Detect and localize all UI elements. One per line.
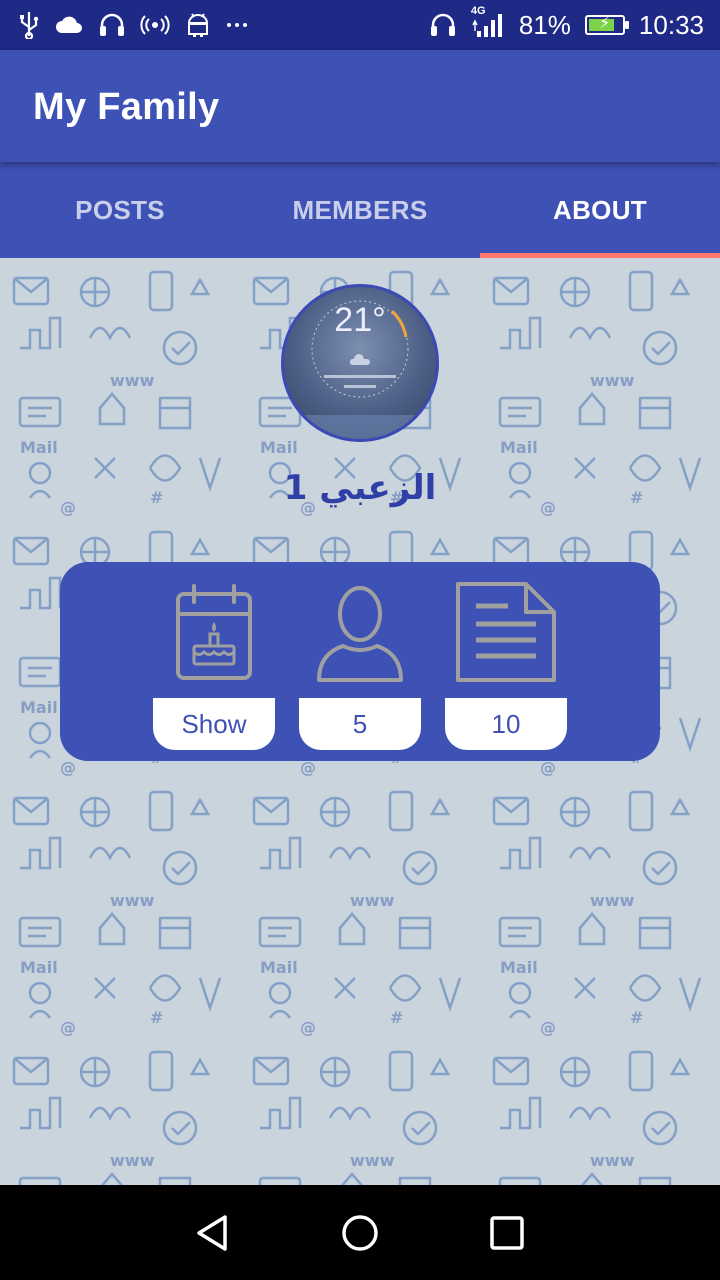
members-count: 5 <box>299 698 421 750</box>
battery-icon: ⚡ <box>584 15 629 35</box>
avatar-temperature: 21° <box>334 301 386 339</box>
hotspot-icon <box>140 13 170 37</box>
clock: 10:33 <box>638 9 704 40</box>
usb-icon <box>18 11 40 39</box>
tab-posts[interactable]: POSTS <box>0 162 240 258</box>
network-type: 4G <box>470 5 486 17</box>
birthdays-value: Show <box>153 698 275 750</box>
family-avatar[interactable]: 21° <box>281 284 439 442</box>
headset-icon <box>98 12 126 38</box>
app-title: My Family <box>33 86 220 128</box>
battery-percent: 81% <box>518 9 571 40</box>
android-icon <box>184 12 212 38</box>
home-icon[interactable] <box>330 1203 390 1263</box>
tab-bar: POSTS MEMBERS ABOUT <box>0 162 720 258</box>
app-bar: My Family <box>0 50 720 162</box>
tab-about[interactable]: ABOUT <box>480 162 720 258</box>
cloud-icon <box>54 15 84 35</box>
posts-stat[interactable]: 10 <box>445 580 567 752</box>
members-stat[interactable]: 5 <box>299 580 421 752</box>
status-bar-right: 4G 81% ⚡ 10:33 <box>429 5 704 41</box>
tab-members[interactable]: MEMBERS <box>240 162 480 258</box>
posts-count: 10 <box>445 698 567 750</box>
birthday-calendar-icon <box>153 580 275 690</box>
more-dots-icon <box>226 21 248 29</box>
back-icon[interactable] <box>183 1203 243 1263</box>
headset-icon <box>429 12 457 38</box>
signal-icon: 4G <box>471 5 505 39</box>
recents-icon[interactable] <box>477 1203 537 1263</box>
status-bar: 4G 81% ⚡ 10:33 <box>0 0 720 50</box>
navigation-bar <box>0 1185 720 1280</box>
stats-card: Show 5 10 <box>60 562 660 761</box>
family-name: الزعبي 1 <box>283 468 437 508</box>
birthdays-stat[interactable]: Show <box>153 580 275 752</box>
status-bar-left <box>18 11 248 39</box>
document-icon <box>445 580 567 690</box>
about-page: www Mail # @ 21° الزعبي 1 <box>0 258 720 1185</box>
person-icon <box>299 580 421 690</box>
